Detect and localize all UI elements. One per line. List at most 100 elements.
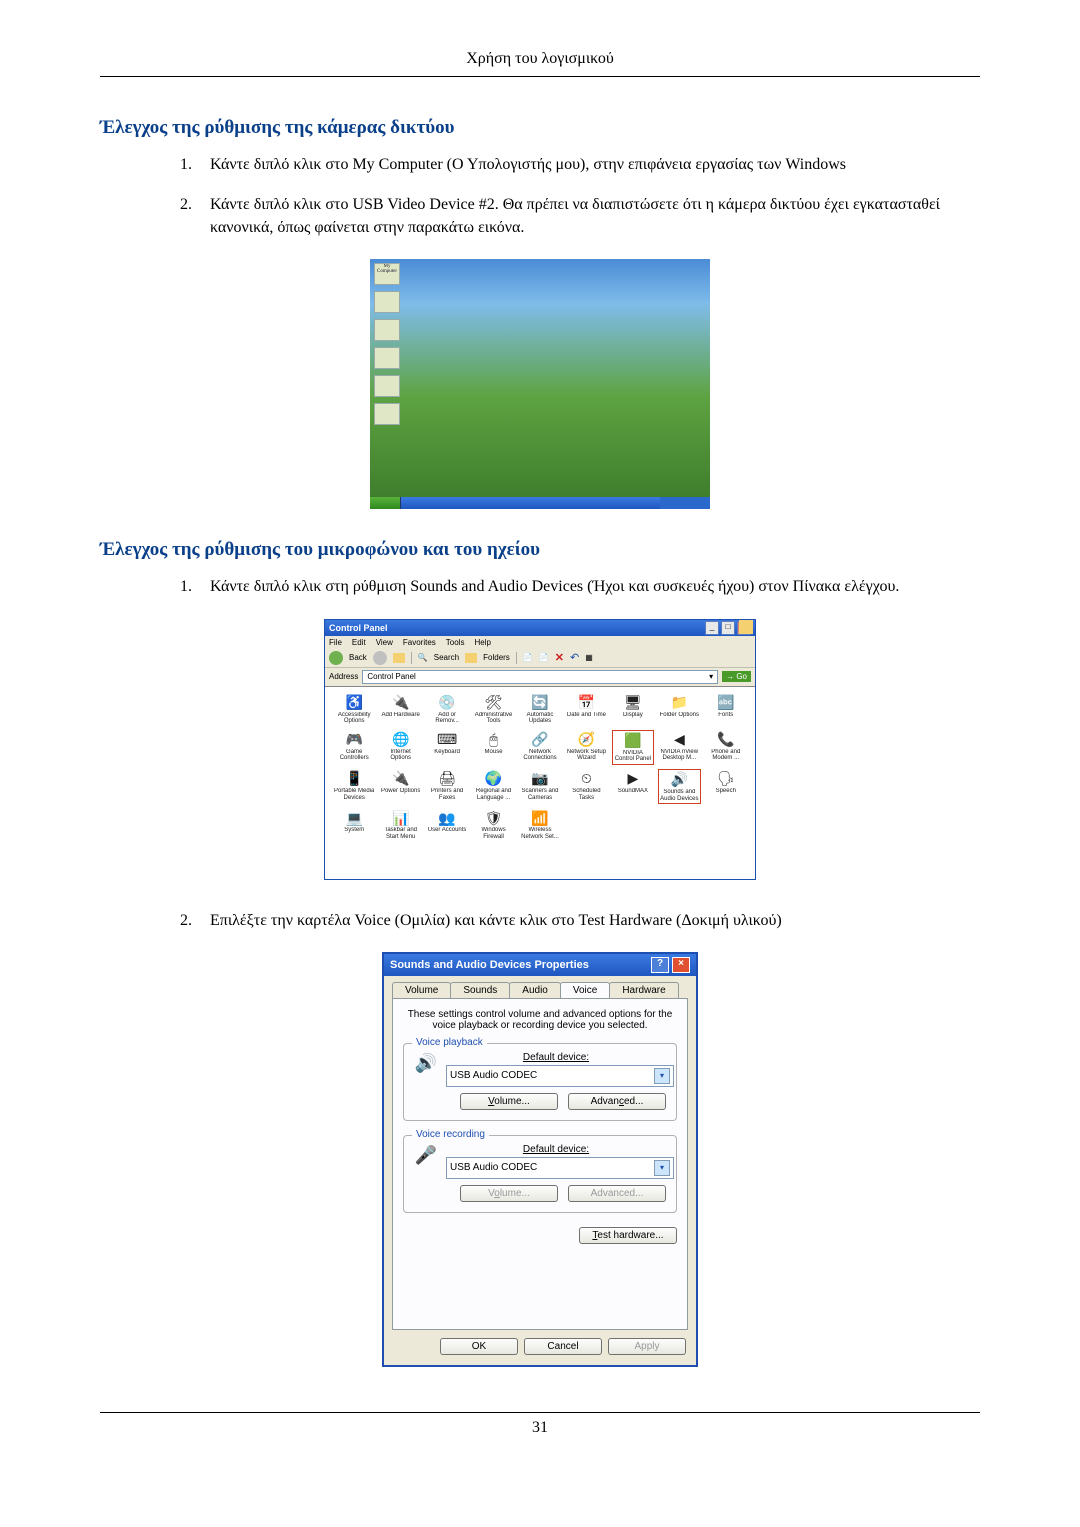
list-item: 1. Κάντε διπλό κλικ στο My Computer (Ο Υ… — [180, 154, 980, 176]
cp-item-icon: 🛠 — [484, 694, 504, 712]
delete-icon[interactable]: ✕ — [555, 651, 564, 664]
cp-item[interactable]: 🌐Internet Options — [379, 730, 421, 765]
cp-item-icon: 🔗 — [530, 731, 550, 749]
sad-titlebar: Sounds and Audio Devices Properties ? × — [384, 954, 696, 976]
recording-advanced-button[interactable]: Advanced... — [568, 1185, 666, 1202]
folders-label[interactable]: Folders — [483, 653, 510, 662]
undo-icon[interactable]: ↶ — [570, 651, 579, 664]
cp-body: ♿Accessibility Options🔌Add Hardware💿Add … — [325, 687, 755, 879]
views-icon[interactable]: ▦ — [585, 653, 593, 662]
cp-item[interactable]: 📱Portable Media Devices — [333, 769, 375, 804]
recording-legend: Voice recording — [412, 1129, 489, 1140]
cp-item[interactable]: 🖱Mouse — [472, 730, 514, 765]
move-icon[interactable]: 📄 — [523, 653, 533, 662]
tab-audio[interactable]: Audio — [509, 982, 561, 998]
ok-button[interactable]: OK — [440, 1338, 518, 1355]
cp-item[interactable]: 🛡Windows Firewall — [472, 808, 514, 841]
cp-item[interactable]: 📊Taskbar and Start Menu — [379, 808, 421, 841]
cp-item[interactable]: ⌨Keyboard — [426, 730, 468, 765]
minimize-button[interactable]: _ — [705, 621, 719, 635]
cp-item-label: Folder Options — [660, 712, 699, 719]
cp-item[interactable]: ◀NVIDIA nView Desktop M... — [658, 730, 700, 765]
menu-help[interactable]: Help — [474, 638, 490, 647]
cp-item[interactable]: 🟩NVIDIA Control Panel — [612, 730, 654, 765]
menu-edit[interactable]: Edit — [352, 638, 366, 647]
close-button[interactable]: × — [672, 957, 690, 973]
address-field[interactable]: Control Panel ▾ — [362, 670, 718, 684]
tab-volume[interactable]: Volume — [392, 982, 451, 998]
cp-item[interactable]: 🖨Printers and Faxes — [426, 769, 468, 804]
search-icon[interactable]: 🔍 — [418, 653, 428, 662]
cp-item[interactable]: 🛠Administrative Tools — [472, 693, 514, 726]
cp-item[interactable]: 👥User Accounts — [426, 808, 468, 841]
recording-device-select[interactable]: USB Audio CODEC ▾ — [446, 1157, 674, 1179]
maximize-button[interactable]: □ — [721, 621, 735, 635]
cp-item[interactable]: 💻System — [333, 808, 375, 841]
test-hardware-button[interactable]: Test hardware... — [579, 1227, 677, 1244]
tab-sounds[interactable]: Sounds — [450, 982, 510, 998]
back-label[interactable]: Back — [349, 653, 367, 662]
cp-item-label: Scheduled Tasks — [566, 788, 606, 801]
go-button[interactable]: → Go — [722, 671, 751, 682]
cp-item[interactable]: 🔗Network Connections — [519, 730, 561, 765]
menu-view[interactable]: View — [376, 638, 393, 647]
search-label[interactable]: Search — [434, 653, 459, 662]
cp-item-label: Wireless Network Set... — [520, 827, 560, 840]
cp-item[interactable]: 🌍Regional and Language ... — [472, 769, 514, 804]
cp-item[interactable]: ▶SoundMAX — [612, 769, 654, 804]
up-folder-icon[interactable] — [393, 653, 405, 663]
cp-item[interactable]: 🗣Speech — [705, 769, 747, 804]
cp-item-label: Power Options — [381, 788, 420, 795]
tab-hardware[interactable]: Hardware — [609, 982, 678, 998]
menu-tools[interactable]: Tools — [446, 638, 465, 647]
cp-item[interactable]: 📷Scanners and Cameras — [519, 769, 561, 804]
cp-item[interactable]: 📶Wireless Network Set... — [519, 808, 561, 841]
cp-item-icon: 🎮 — [344, 731, 364, 749]
playback-device-select[interactable]: USB Audio CODEC ▾ — [446, 1065, 674, 1087]
xp-taskbar — [370, 497, 710, 509]
chevron-down-icon[interactable]: ▾ — [654, 1160, 670, 1176]
recording-volume-button[interactable]: Volume... — [460, 1185, 558, 1202]
chevron-down-icon[interactable]: ▾ — [709, 672, 713, 681]
cp-item[interactable]: ⏲Scheduled Tasks — [565, 769, 607, 804]
cp-item[interactable]: 🧭Network Setup Wizard — [565, 730, 607, 765]
cp-item[interactable]: 🖥Display — [612, 693, 654, 726]
cp-item-icon: ⌨ — [437, 731, 457, 749]
playback-volume-button[interactable]: Volume... — [460, 1093, 558, 1110]
cp-item-icon: 🧭 — [576, 731, 596, 749]
cp-item[interactable]: 🔌Power Options — [379, 769, 421, 804]
cp-item[interactable]: 🔤Fonts — [705, 693, 747, 726]
menu-favorites[interactable]: Favorites — [403, 638, 436, 647]
cp-item-label: SoundMAX — [618, 788, 648, 795]
cp-item-label: NVIDIA nView Desktop M... — [659, 749, 699, 762]
cp-item-icon: 📊 — [391, 809, 411, 827]
playback-advanced-button[interactable]: Advanced... — [568, 1093, 666, 1110]
apply-button[interactable]: Apply — [608, 1338, 686, 1355]
chevron-down-icon[interactable]: ▾ — [654, 1068, 670, 1084]
cp-item-icon: 🗣 — [716, 770, 736, 788]
menu-file[interactable]: File — [329, 638, 342, 647]
tab-voice[interactable]: Voice — [560, 982, 610, 998]
cp-item-label: Network Connections — [520, 749, 560, 762]
cp-item[interactable]: ♿Accessibility Options — [333, 693, 375, 726]
sad-panel: These settings control volume and advanc… — [392, 998, 688, 1330]
cp-item[interactable]: 🔌Add Hardware — [379, 693, 421, 726]
cp-item[interactable]: 📅Date and Time — [565, 693, 607, 726]
cp-item[interactable]: 📁Folder Options — [658, 693, 700, 726]
cp-item-label: Add or Remov... — [427, 712, 467, 725]
help-button[interactable]: ? — [651, 957, 669, 973]
copy-icon[interactable]: 📄 — [539, 653, 549, 662]
cp-item[interactable]: 📞Phone and Modem ... — [705, 730, 747, 765]
cp-item[interactable]: 🎮Game Controllers — [333, 730, 375, 765]
folders-icon[interactable] — [465, 653, 477, 663]
forward-icon[interactable] — [373, 651, 387, 665]
cp-item-icon: 🔄 — [530, 694, 550, 712]
cancel-button[interactable]: Cancel — [524, 1338, 602, 1355]
cp-item-label: Regional and Language ... — [473, 788, 513, 801]
cp-item[interactable]: 💿Add or Remov... — [426, 693, 468, 726]
cp-item-icon: 👥 — [437, 809, 457, 827]
cp-item[interactable]: 🔄Automatic Updates — [519, 693, 561, 726]
back-icon[interactable] — [329, 651, 343, 665]
cp-item[interactable]: 🔊Sounds and Audio Devices — [658, 769, 700, 804]
cp-item-label: Keyboard — [434, 749, 460, 756]
